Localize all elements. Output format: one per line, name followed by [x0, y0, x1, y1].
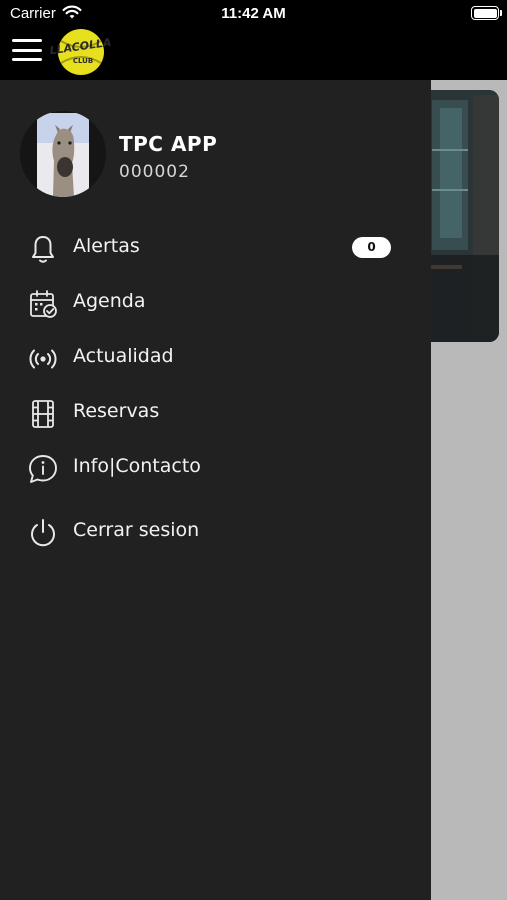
avatar-image — [20, 111, 106, 197]
menu-item-info-contacto[interactable]: Info|Contacto — [0, 441, 431, 493]
menu-item-alertas[interactable]: Alertas 0 — [0, 221, 431, 273]
status-bar: Carrier 11:42 AM — [0, 0, 507, 28]
hamburger-menu-icon[interactable] — [12, 38, 42, 62]
menu-item-agenda[interactable]: Agenda — [0, 276, 431, 328]
menu-item-label: Actualidad — [73, 345, 174, 367]
menu-item-actualidad[interactable]: Actualidad — [0, 331, 431, 383]
menu-item-label: Agenda — [73, 290, 146, 312]
menu-item-cerrar-sesion[interactable]: Cerrar sesion — [0, 505, 431, 557]
menu-item-label: Alertas — [73, 235, 140, 257]
info-chat-icon — [29, 455, 57, 483]
battery-icon — [471, 6, 499, 20]
side-drawer: TPC APP 000002 Alertas 0 Agenda Actualid… — [0, 80, 431, 900]
bell-icon — [32, 236, 54, 263]
film-strip-icon — [32, 400, 54, 428]
profile-id: 000002 — [119, 162, 190, 182]
power-icon — [31, 519, 55, 547]
alert-count-badge: 0 — [352, 237, 391, 258]
svg-text:CLUB: CLUB — [73, 57, 93, 65]
battery-tip — [500, 10, 502, 16]
avatar[interactable] — [20, 111, 106, 197]
club-logo[interactable]: LLACOLLA CLUB — [49, 25, 113, 77]
menu-item-label: Info|Contacto — [73, 455, 201, 477]
broadcast-icon — [29, 349, 57, 369]
menu-item-label: Reservas — [73, 400, 160, 422]
profile-name: TPC APP — [119, 132, 218, 156]
app-header: Carrier 11:42 AM LLACOLLA CLUB — [0, 0, 507, 80]
calendar-check-icon — [30, 290, 57, 318]
menu-item-reservas[interactable]: Reservas — [0, 386, 431, 438]
menu-item-label: Cerrar sesion — [73, 519, 200, 541]
status-time: 11:42 AM — [221, 5, 286, 22]
